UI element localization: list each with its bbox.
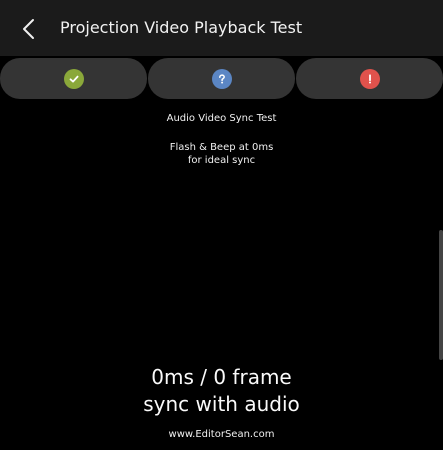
pass-button[interactable] bbox=[0, 58, 147, 99]
exclamation-icon bbox=[359, 68, 380, 89]
result-button-row bbox=[0, 58, 443, 99]
instruction-line-2: for ideal sync bbox=[187, 155, 256, 166]
sync-label: sync with audio bbox=[143, 392, 300, 416]
chevron-left-icon bbox=[23, 19, 34, 39]
page-title: Projection Video Playback Test bbox=[60, 18, 303, 37]
instruction-line-1: Flash & Beep at 0ms bbox=[169, 142, 274, 153]
sync-value: 0ms / 0 frame bbox=[151, 365, 292, 389]
unsure-button[interactable] bbox=[148, 58, 295, 99]
credit-link: www.EditorSean.com bbox=[168, 429, 275, 440]
back-button[interactable] bbox=[14, 14, 44, 44]
test-name: Audio Video Sync Test bbox=[166, 113, 277, 124]
screen: Projection Video Playback Test Audio Vid… bbox=[0, 0, 443, 450]
scrollbar[interactable] bbox=[439, 230, 443, 360]
fail-button[interactable] bbox=[296, 58, 443, 99]
check-icon bbox=[63, 68, 84, 89]
app-header: Projection Video Playback Test bbox=[0, 0, 443, 56]
question-icon bbox=[211, 68, 232, 89]
